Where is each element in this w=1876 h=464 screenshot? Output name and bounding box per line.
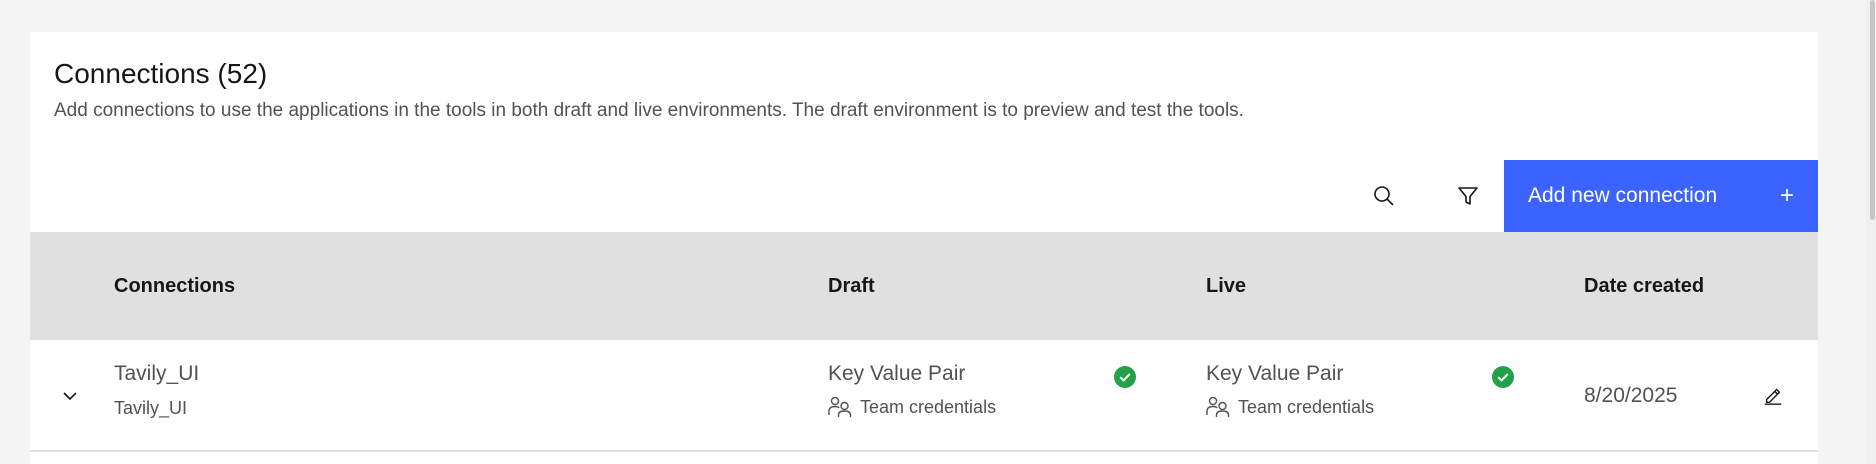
chevron-down-icon	[63, 392, 77, 401]
live-auth-type: Key Value Pair	[1206, 362, 1344, 385]
team-icon	[1206, 396, 1230, 417]
filter-icon	[1458, 187, 1478, 205]
connection-name: Tavily_UI	[114, 362, 200, 385]
column-header-draft[interactable]: Draft	[828, 232, 875, 340]
edit-connection-button[interactable]	[1756, 378, 1790, 412]
draft-credentials-label: Team credentials	[860, 396, 997, 417]
page-scrollbar-thumb[interactable]	[1870, 0, 1875, 220]
connections-panel: Connections (52) Add connections to use …	[30, 32, 1818, 464]
draft-auth-type: Key Value Pair	[828, 362, 966, 385]
filter-button[interactable]	[1432, 160, 1504, 232]
table-row: Tavily_UI Tavily_UI Key Value Pair Team …	[30, 340, 1818, 452]
live-credentials-label: Team credentials	[1238, 396, 1375, 417]
draft-credentials: Team credentials	[828, 396, 996, 418]
search-icon	[1374, 186, 1394, 206]
page-title: Connections (52)	[54, 58, 268, 89]
column-header-live[interactable]: Live	[1206, 232, 1246, 340]
table-toolbar: Add new connection +	[30, 160, 1818, 232]
add-icon: +	[1779, 182, 1794, 209]
column-header-date-created[interactable]: Date created	[1584, 232, 1704, 340]
table-header: Connections Draft Live Date created	[30, 232, 1818, 340]
add-new-connection-label: Add new connection	[1528, 184, 1718, 207]
expand-row-button[interactable]	[50, 376, 90, 416]
live-success-icon	[1492, 366, 1514, 388]
date-created: 8/20/2025	[1584, 384, 1678, 407]
live-credentials: Team credentials	[1206, 396, 1374, 418]
add-new-connection-button[interactable]: Add new connection +	[1504, 160, 1818, 232]
connection-id: Tavily_UI	[114, 398, 188, 418]
search-button[interactable]	[1348, 160, 1420, 232]
draft-success-icon	[1114, 366, 1136, 388]
edit-icon	[1764, 388, 1782, 405]
column-header-connections[interactable]: Connections	[114, 232, 235, 340]
team-icon	[828, 396, 852, 417]
page-description: Add connections to use the applications …	[54, 100, 1244, 121]
